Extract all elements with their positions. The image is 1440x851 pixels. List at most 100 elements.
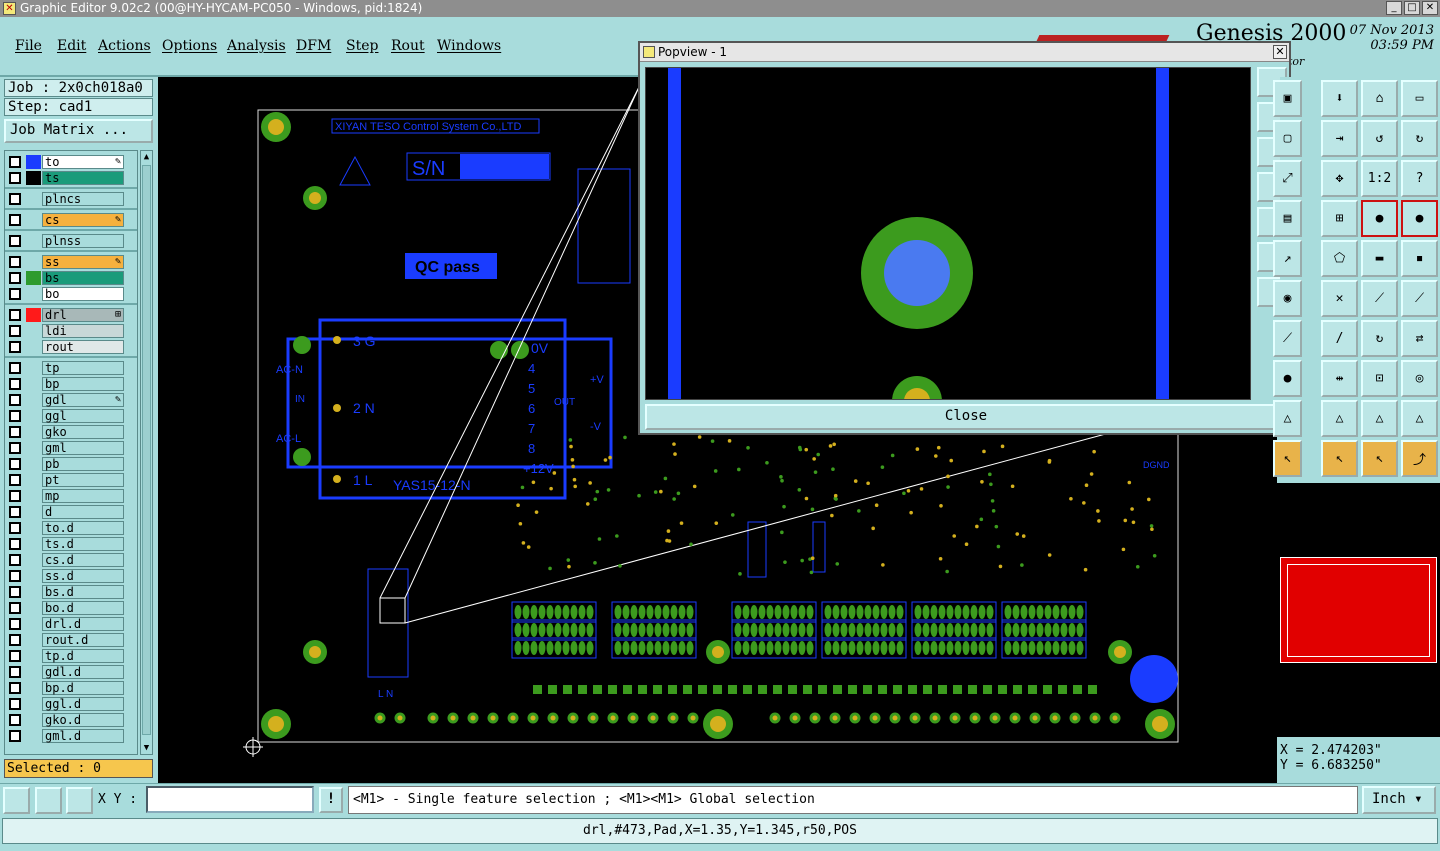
layer-color-swatch[interactable]	[26, 425, 41, 439]
layer-row-bp-d[interactable]: bp.d	[5, 680, 135, 696]
scroll-thumb[interactable]	[142, 165, 151, 735]
layer-row-plncs[interactable]: plncs	[5, 191, 135, 207]
layer-color-swatch[interactable]	[26, 537, 41, 551]
layer-checkbox[interactable]	[9, 682, 21, 694]
layer-checkbox[interactable]	[9, 156, 21, 168]
layer-name[interactable]: bs.d	[42, 585, 124, 599]
layer-color-swatch[interactable]	[26, 473, 41, 487]
snap-red-alt-icon[interactable]: ●	[1401, 200, 1438, 237]
layer-color-swatch[interactable]	[26, 713, 41, 727]
triangle-icon[interactable]: △	[1273, 400, 1302, 437]
layer-name[interactable]: to ✎	[42, 155, 124, 169]
layer-color-swatch[interactable]	[26, 489, 41, 503]
layer-checkbox[interactable]	[9, 362, 21, 374]
scroll-up-icon[interactable]: ▲	[141, 151, 152, 163]
layer-color-swatch[interactable]	[26, 441, 41, 455]
move-icon[interactable]: ✥	[1321, 160, 1358, 197]
layer-name[interactable]: gml	[42, 441, 124, 455]
menu-edit[interactable]: Edit	[57, 38, 86, 54]
layer-color-swatch[interactable]	[26, 171, 41, 185]
layer-color-swatch[interactable]	[26, 697, 41, 711]
layer-row-ldi[interactable]: ldi	[5, 323, 135, 339]
layer-row-bo[interactable]: bo	[5, 286, 135, 302]
snap-mode-icon[interactable]	[3, 787, 30, 814]
circles-icon[interactable]: ◎	[1401, 360, 1438, 397]
layer-row-ts-d[interactable]: ts.d	[5, 536, 135, 552]
layer-name[interactable]: drl ⊞	[42, 308, 124, 322]
layer-row-gdl-d[interactable]: gdl.d	[5, 664, 135, 680]
layer-checkbox[interactable]	[9, 730, 21, 742]
menu-rout[interactable]: Rout	[391, 38, 425, 54]
layer-name[interactable]: tp	[42, 361, 124, 375]
layer-color-swatch[interactable]	[26, 287, 41, 301]
menu-dfm[interactable]: DFM	[296, 38, 331, 54]
layer-row-bs-d[interactable]: bs.d	[5, 584, 135, 600]
layer-color-swatch[interactable]	[26, 729, 41, 743]
layer-checkbox[interactable]	[9, 554, 21, 566]
xy-input[interactable]	[146, 786, 314, 813]
pointer-icon[interactable]: ↗	[1273, 240, 1302, 277]
cross-icon[interactable]: ✕	[1321, 280, 1358, 317]
line-pad-icon[interactable]: ⟋	[1361, 280, 1398, 317]
grid-icon[interactable]	[66, 787, 93, 814]
select-icon[interactable]: ⤢	[1273, 160, 1302, 197]
menu-actions[interactable]: Actions	[98, 38, 151, 54]
layer-row-to-d[interactable]: to.d	[5, 520, 135, 536]
menu-windows[interactable]: Windows	[437, 38, 501, 54]
layer-checkbox[interactable]	[9, 618, 21, 630]
help-icon[interactable]: ?	[1401, 160, 1438, 197]
layer-name[interactable]: ggl	[42, 409, 124, 423]
layer-name[interactable]: bp	[42, 377, 124, 391]
triangle-alt-icon[interactable]: △	[1361, 400, 1398, 437]
redo-icon[interactable]: ↻	[1401, 120, 1438, 157]
layer-color-swatch[interactable]	[26, 308, 41, 322]
layer-row-gko-d[interactable]: gko.d	[5, 712, 135, 728]
pin-icon[interactable]: ●	[1273, 360, 1302, 397]
layer-checkbox[interactable]	[9, 394, 21, 406]
layer-color-swatch[interactable]	[26, 601, 41, 615]
popview-close-icon[interactable]: ✕	[1273, 45, 1287, 59]
layer-checkbox[interactable]	[9, 378, 21, 390]
layer-color-swatch[interactable]	[26, 681, 41, 695]
window-titlebar[interactable]: ✕ Graphic Editor 9.02c2 (00@HY-HYCAM-PC0…	[0, 0, 1440, 17]
measure-box-icon[interactable]: ⊡	[1361, 360, 1398, 397]
popview-close-button[interactable]: Close	[645, 404, 1287, 430]
layer-name[interactable]: ss.d	[42, 569, 124, 583]
layer-row-rout[interactable]: rout	[5, 339, 135, 355]
layer-row-ggl-d[interactable]: ggl.d	[5, 696, 135, 712]
layer-checkbox[interactable]	[9, 442, 21, 454]
layer-row-ss[interactable]: ss ✎	[5, 254, 135, 270]
layer-color-swatch[interactable]	[26, 617, 41, 631]
export-icon[interactable]: ⇥	[1321, 120, 1358, 157]
copy-icon[interactable]: ▢	[1273, 120, 1302, 157]
measure-icon[interactable]	[35, 787, 62, 814]
layer-color-swatch[interactable]	[26, 553, 41, 567]
layer-row-drl-d[interactable]: drl.d	[5, 616, 135, 632]
layer-name[interactable]: bs	[42, 271, 124, 285]
layer-checkbox[interactable]	[9, 602, 21, 614]
layer-row-bs[interactable]: bs	[5, 270, 135, 286]
layer-color-swatch[interactable]	[26, 393, 41, 407]
layer-name[interactable]: ts	[42, 171, 124, 185]
grid-view-icon[interactable]: ⊞	[1321, 200, 1358, 237]
layer-checkbox[interactable]	[9, 458, 21, 470]
layer-name[interactable]: gdl ✎	[42, 393, 124, 407]
layer-row-rout-d[interactable]: rout.d	[5, 632, 135, 648]
home-icon[interactable]: ⌂	[1361, 80, 1398, 117]
layer-name[interactable]: gko.d	[42, 713, 124, 727]
layer-color-swatch[interactable]	[26, 213, 41, 227]
layer-color-swatch[interactable]	[26, 361, 41, 375]
popview-titlebar[interactable]: Popview - 1 ✕	[640, 43, 1289, 62]
menu-step[interactable]: Step	[346, 38, 378, 54]
scale-icon[interactable]: 1:2	[1361, 160, 1398, 197]
menu-analysis[interactable]: Analysis	[227, 38, 286, 54]
layer-row-bo-d[interactable]: bo.d	[5, 600, 135, 616]
flip-icon[interactable]: ⇄	[1401, 320, 1438, 357]
minimize-button[interactable]: _	[1386, 1, 1402, 15]
layer-checkbox[interactable]	[9, 288, 21, 300]
job-matrix-button[interactable]: Job Matrix ...	[4, 119, 153, 143]
open-icon[interactable]: ▣	[1273, 80, 1302, 117]
layer-color-swatch[interactable]	[26, 505, 41, 519]
layer-checkbox[interactable]	[9, 193, 21, 205]
layer-color-swatch[interactable]	[26, 649, 41, 663]
